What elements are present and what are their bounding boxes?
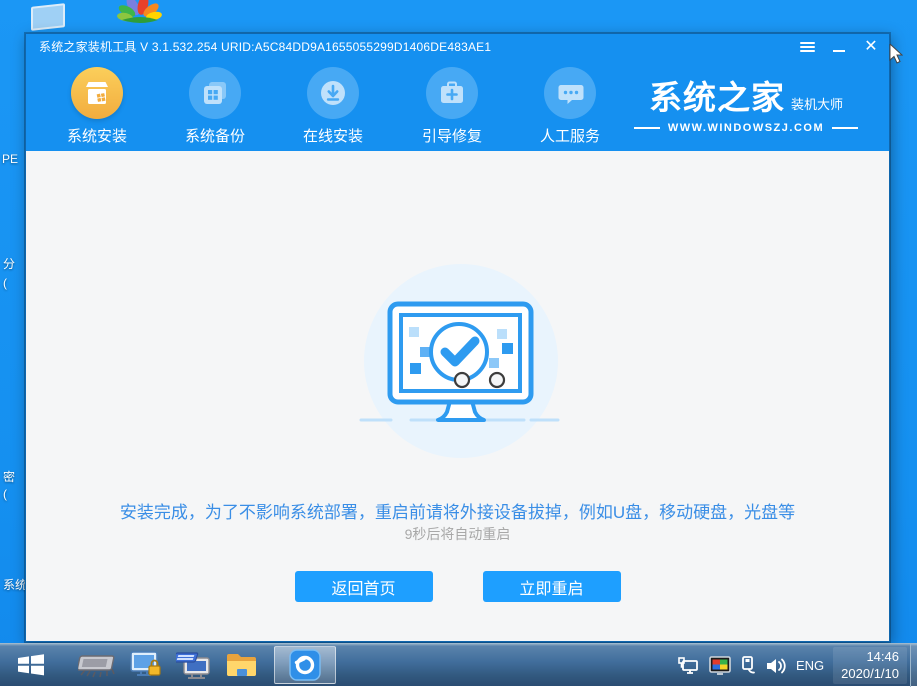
desktop-monitor-icon[interactable] — [31, 3, 65, 31]
backup-windows-icon — [189, 67, 241, 119]
auto-restart-countdown: 9秒后将自动重启 — [404, 526, 511, 542]
installer-app-icon — [289, 649, 321, 681]
app-window: 系统之家装机工具 V 3.1.532.254 URID:A5C84DD9A165… — [25, 33, 890, 642]
taskbar-keyboard-tool[interactable] — [170, 645, 218, 685]
desktop-background: PE 分 ( 密 ( 系统 系统之家装机工具 V 3.1.532.254 URI… — [0, 0, 917, 687]
brand-tagline: 装机大师 — [790, 97, 843, 112]
display-settings-icon[interactable] — [709, 656, 731, 675]
nav-item-system-backup[interactable]: 系统备份 — [167, 67, 263, 146]
brand-logo: 系统之家 装机大师 WWW.WINDOWSZJ.COM — [631, 71, 861, 134]
minimize-icon — [833, 49, 845, 52]
system-tray: ENG 14:46 2020/1/10 — [678, 644, 907, 687]
desktop-label-password-2: ( — [3, 487, 7, 501]
completion-message: 安装完成，为了不影响系统部署，重启前请将外接设备拔掉，例如U盘，移动硬盘，光盘等 — [119, 503, 796, 522]
nav-label: 引导修复 — [421, 128, 482, 145]
start-button[interactable] — [0, 645, 62, 685]
desktop-label-system: 系统 — [3, 578, 28, 592]
taskbar-memory-tool[interactable] — [74, 645, 122, 685]
title-bar[interactable]: 系统之家装机工具 V 3.1.532.254 URID:A5C84DD9A165… — [26, 34, 889, 59]
clock-date: 2020/1/10 — [841, 665, 899, 681]
windows-start-icon — [18, 654, 44, 676]
desktop-flower-icon[interactable] — [116, 0, 164, 28]
clock[interactable]: 14:46 2020/1/10 — [833, 646, 907, 685]
window-title: 系统之家装机工具 V 3.1.532.254 URID:A5C84DD9A165… — [39, 40, 492, 54]
show-desktop-button[interactable] — [910, 644, 917, 687]
menu-button[interactable] — [797, 37, 817, 57]
monitor-checkmark-illustration — [359, 301, 560, 422]
restart-now-button[interactable]: 立即重启 — [482, 571, 621, 602]
install-box-icon — [71, 67, 123, 119]
close-button[interactable]: ✕ — [861, 37, 881, 57]
close-icon: ✕ — [864, 37, 878, 55]
hamburger-icon — [799, 40, 815, 54]
logo-dash-right — [832, 127, 859, 129]
language-indicator[interactable]: ENG — [796, 658, 824, 673]
taskbar-installer-app-active[interactable] — [274, 646, 336, 684]
repair-toolbox-icon — [426, 67, 478, 119]
nav-item-system-install[interactable]: 系统安装 — [49, 67, 145, 146]
taskbar-lock-tool[interactable] — [122, 645, 170, 685]
taskbar: ENG 14:46 2020/1/10 — [0, 643, 917, 687]
volume-icon[interactable] — [765, 657, 787, 675]
chat-service-icon — [544, 67, 596, 119]
nav-item-online-install[interactable]: 在线安装 — [285, 67, 381, 146]
desktop-label-partition: 分 — [3, 257, 16, 271]
clock-time: 14:46 — [866, 648, 899, 664]
return-home-button[interactable]: 返回首页 — [294, 571, 433, 602]
memory-chip-icon — [78, 655, 115, 678]
usb-eject-icon[interactable] — [740, 656, 756, 675]
nav-label: 系统备份 — [184, 128, 245, 145]
taskbar-file-explorer[interactable] — [218, 645, 266, 685]
nav-label: 系统安装 — [66, 128, 127, 145]
network-icon[interactable] — [678, 656, 700, 675]
mouse-cursor — [889, 44, 903, 64]
main-content: 安装完成，为了不影响系统部署，重启前请将外接设备拔掉，例如U盘，移动硬盘，光盘等… — [26, 151, 889, 641]
brand-name: 系统之家 — [648, 79, 785, 116]
desktop-label-pe: PE — [2, 152, 19, 166]
monitor-lock-icon — [130, 651, 161, 676]
nav-item-manual-service[interactable]: 人工服务 — [522, 67, 618, 146]
nav-label: 人工服务 — [539, 128, 600, 145]
desktop-label-password: 密 — [3, 470, 16, 484]
nav-label: 在线安装 — [302, 128, 363, 145]
keyboard-monitor-icon — [176, 652, 210, 679]
download-icon — [307, 67, 359, 119]
brand-website: WWW.WINDOWSZJ.COM — [667, 122, 825, 134]
minimize-button[interactable] — [829, 37, 849, 57]
folder-icon — [227, 654, 256, 676]
nav-bar: 系统安装 系统备份 在线安装 引导修复 人工服务 系统之家 装机大师 WWW.W… — [26, 59, 889, 151]
nav-item-boot-repair[interactable]: 引导修复 — [404, 67, 500, 146]
desktop-label-partition-2: ( — [3, 276, 7, 290]
logo-dash-left — [633, 127, 660, 129]
